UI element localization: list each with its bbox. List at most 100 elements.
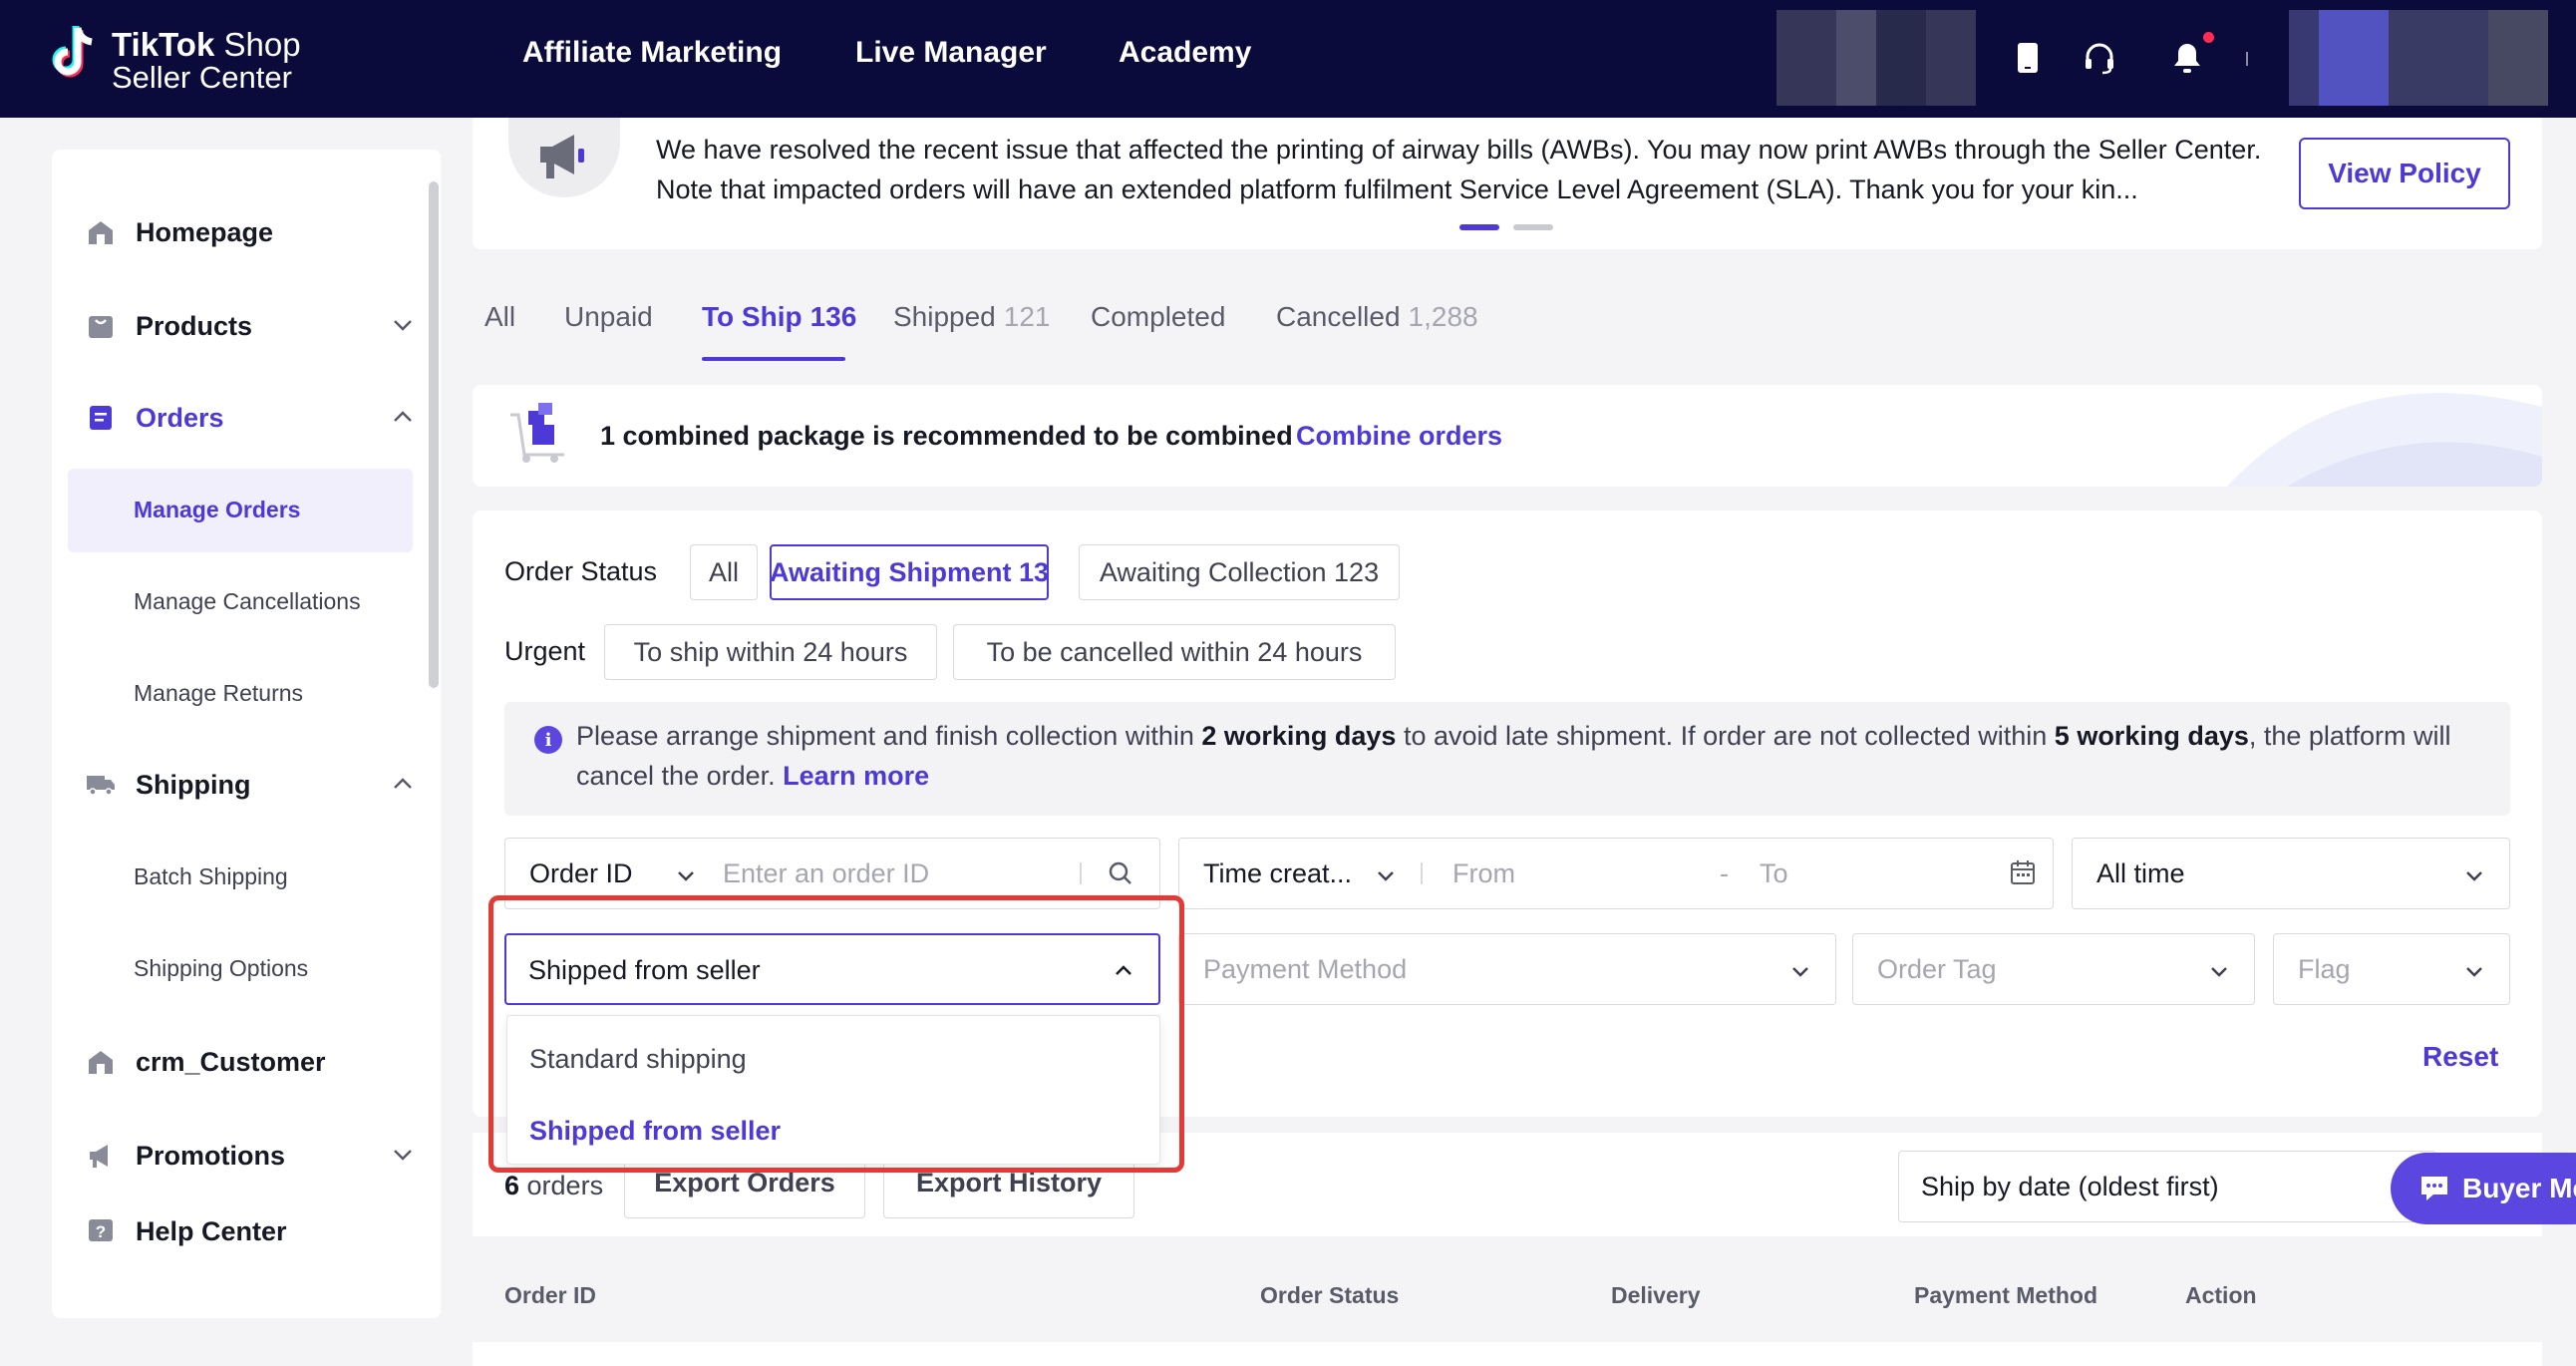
mobile-icon[interactable] (2008, 38, 2048, 78)
info-text-part: Please arrange shipment and finish colle… (576, 721, 1202, 751)
divider (1421, 862, 1423, 884)
brand-name: TikTok (112, 26, 215, 63)
sidebar-item-manage-orders[interactable]: Manage Orders (134, 497, 300, 523)
sidebar-item-batch-shipping[interactable]: Batch Shipping (134, 863, 288, 890)
sidebar-item-label: crm_Customer (136, 1046, 326, 1077)
chevron-down-icon (394, 320, 412, 331)
sidebar-scrollbar[interactable] (429, 181, 439, 688)
time-range-value: All time (2096, 858, 2185, 888)
orders-icon (86, 403, 116, 433)
time-range-select[interactable]: All time (2072, 838, 2510, 909)
brand-shop: Shop (214, 26, 301, 63)
view-policy-button[interactable]: View Policy (2299, 138, 2510, 209)
sidebar-item-help-center[interactable]: ? Help Center (86, 1206, 415, 1256)
carousel-dot-active[interactable] (1459, 224, 1499, 230)
sidebar-item-manage-returns[interactable]: Manage Returns (134, 680, 303, 707)
tiktok-logo-icon (52, 26, 93, 78)
chevron-down-icon (2211, 967, 2227, 977)
sidebar-item-manage-cancellations[interactable]: Manage Cancellations (134, 588, 361, 615)
info-bold-days: 5 working days (2054, 721, 2249, 751)
blurred-account-menu[interactable] (2289, 10, 2548, 106)
tab-cancelled[interactable]: Cancelled 1,288 (1276, 301, 1478, 333)
carousel-dot[interactable] (1513, 224, 1553, 230)
nav-academy[interactable]: Academy (1119, 36, 1251, 70)
column-action: Action (2185, 1282, 2257, 1308)
flag-select[interactable]: Flag (2273, 933, 2510, 1005)
combine-orders-link[interactable]: Combine orders (1296, 421, 1502, 452)
learn-more-link[interactable]: Learn more (783, 761, 929, 791)
sidebar-item-crm-customer[interactable]: crm_Customer (86, 1037, 415, 1087)
tab-label: Completed (1091, 301, 1226, 332)
tab-all[interactable]: All (484, 301, 515, 333)
svg-text:?: ? (96, 1222, 106, 1241)
chat-icon (2421, 1177, 2447, 1200)
buyer-messages-label: Buyer Me (2462, 1173, 2576, 1203)
notification-bell-icon[interactable] (2167, 38, 2207, 78)
orders-count: 6 orders (504, 1171, 603, 1201)
date-to-input[interactable]: To (1760, 858, 1788, 889)
column-order-id[interactable]: Order ID (504, 1282, 596, 1309)
status-chip-all[interactable]: All (690, 544, 758, 600)
urgent-chip-ship-24h[interactable]: To ship within 24 hours (604, 624, 937, 680)
nav-live-manager[interactable]: Live Manager (855, 36, 1047, 70)
sidebar-item-label: Promotions (136, 1140, 286, 1171)
column-payment-method[interactable]: Payment Method (1914, 1282, 2097, 1309)
tab-label: To Ship (702, 301, 803, 332)
sidebar-item-shipping[interactable]: Shipping (86, 760, 415, 810)
urgent-label: Urgent (504, 636, 586, 666)
date-from-input[interactable]: From (1452, 858, 1515, 889)
home-icon (86, 217, 116, 247)
status-chip-awaiting-shipment[interactable]: Awaiting Shipment 13 (770, 544, 1049, 600)
time-type-select[interactable]: Time creat... (1203, 858, 1352, 889)
buyer-messages-button[interactable]: Buyer Me (2391, 1153, 2576, 1224)
carousel-dots (1459, 217, 1567, 235)
package-cart-icon (510, 403, 564, 463)
payment-method-select[interactable]: Payment Method (1178, 933, 1836, 1005)
headset-icon[interactable] (2080, 38, 2119, 78)
sidebar-item-orders[interactable]: Orders (86, 393, 415, 443)
tab-count: 136 (809, 301, 857, 332)
sidebar-item-homepage[interactable]: Homepage (86, 207, 415, 257)
search-icon[interactable] (1108, 860, 1133, 886)
column-order-status[interactable]: Order Status (1260, 1282, 1399, 1309)
tab-to-ship[interactable]: To Ship 136 (702, 301, 856, 333)
tiktok-shop-logo[interactable]: TikTok Shop Seller Center (48, 22, 317, 95)
tab-label: Unpaid (564, 301, 653, 332)
sidebar-item-label: Orders (136, 402, 224, 433)
sidebar-item-label: Homepage (136, 216, 274, 247)
urgent-chip-cancel-24h[interactable]: To be cancelled within 24 hours (953, 624, 1396, 680)
column-delivery[interactable]: Delivery (1611, 1282, 1701, 1309)
order-tag-select[interactable]: Order Tag (1852, 933, 2255, 1005)
combine-message: 1 combined package is recommended to be … (600, 421, 1293, 451)
divider (2246, 52, 2248, 66)
order-id-select[interactable]: Order ID (529, 858, 633, 889)
sidebar-item-shipping-options[interactable]: Shipping Options (134, 955, 308, 982)
divider (1080, 862, 1082, 884)
orders-table-body (473, 1342, 2542, 1366)
sort-select[interactable]: Ship by date (oldest first) (1898, 1151, 2436, 1222)
date-separator: - (1720, 858, 1729, 888)
tab-count: 121 (1003, 301, 1051, 332)
home-icon (86, 1047, 116, 1077)
tab-unpaid[interactable]: Unpaid (564, 301, 653, 333)
sidebar-item-products[interactable]: Products (86, 301, 415, 351)
shipment-info-box: i Please arrange shipment and finish col… (504, 702, 2510, 816)
tab-label: All (484, 301, 516, 332)
payment-method-placeholder: Payment Method (1203, 954, 1408, 984)
sidebar-item-promotions[interactable]: Promotions (86, 1131, 415, 1181)
reset-button[interactable]: Reset (2422, 1041, 2498, 1073)
nav-affiliate-marketing[interactable]: Affiliate Marketing (522, 36, 782, 70)
status-chip-awaiting-collection[interactable]: Awaiting Collection 123 (1079, 544, 1400, 600)
chevron-down-icon (1378, 871, 1394, 881)
tab-shipped[interactable]: Shipped 121 (893, 301, 1050, 333)
tab-completed[interactable]: Completed (1091, 301, 1225, 333)
flag-placeholder: Flag (2298, 954, 2351, 984)
calendar-icon[interactable] (2009, 858, 2037, 886)
brand-subtitle: Seller Center (112, 60, 292, 95)
chevron-up-icon (394, 778, 412, 789)
blurred-shop-name (1776, 10, 1976, 106)
orders-count-label: orders (519, 1171, 604, 1200)
chevron-down-icon (678, 871, 694, 881)
annotation-highlight-box (488, 895, 1184, 1173)
order-id-input[interactable]: Enter an order ID (723, 858, 929, 889)
